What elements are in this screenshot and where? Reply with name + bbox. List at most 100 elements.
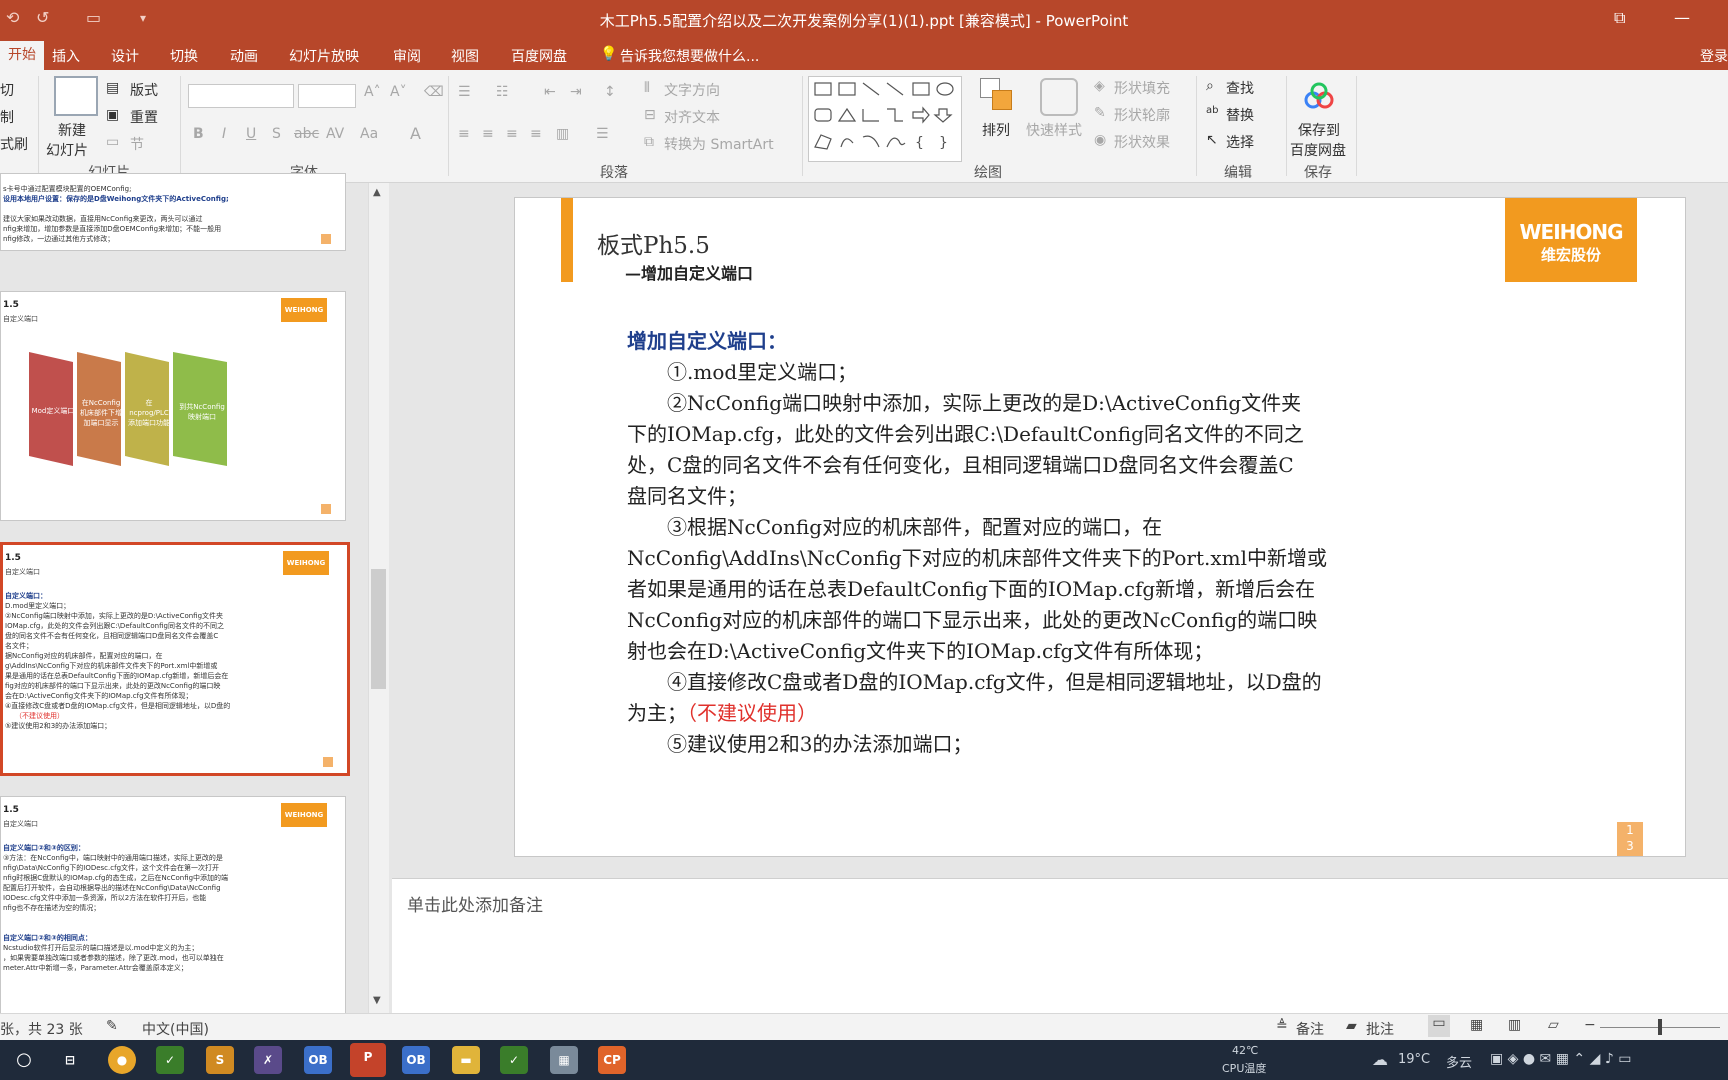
slide-body-textbox[interactable]: 增加自定义端口： ①.mod里定义端口； ②NcConfig端口映射中添加，实际… [627,326,1507,760]
app-icon-ob-1[interactable]: OB [304,1046,332,1074]
shapes-gallery[interactable]: {} [808,76,962,162]
align-center-icon[interactable]: ≡ [482,126,494,142]
app-icon-gray[interactable]: ▦ [550,1046,578,1074]
scrollbar-thumb[interactable] [371,569,386,689]
thumbnail-scrollbar[interactable]: ▲ ▼ [368,183,389,1013]
section-icon[interactable]: ▭ [106,134,119,150]
shape-outline-button[interactable]: 形状轮廓 [1114,105,1170,125]
line-spacing-icon[interactable]: ↕ [604,84,616,100]
clear-format-icon[interactable]: ⌫ [424,84,444,100]
change-case-icon[interactable]: Aa [360,126,378,142]
zoom-slider-handle[interactable] [1658,1019,1662,1035]
smartart-icon[interactable]: ⧉ [644,134,654,150]
spellcheck-icon[interactable]: ✎ [106,1018,118,1034]
save-to-label-1[interactable]: 保存到 [1298,120,1340,140]
slide-subtitle[interactable]: —增加自定义端口 [625,260,753,284]
notes-toggle[interactable]: 备注 [1296,1019,1324,1039]
text-direction-extra-icon[interactable]: ☰ [596,126,609,142]
font-color-icon[interactable]: A [410,124,421,143]
minimize-icon[interactable]: — [1674,8,1690,27]
select-icon[interactable]: ↖ [1206,132,1218,148]
justify-icon[interactable]: ≡ [530,126,542,142]
tab-home[interactable]: 开始 [0,41,44,70]
slide-thumbnail[interactable]: 1.5 自定义端口 WEIHONG Mod定义端口 在NcConfig机床部件下… [0,291,346,521]
weather-temp[interactable]: 19°C [1398,1052,1430,1067]
login-link[interactable]: 登录 [1700,46,1728,66]
shape-outline-icon[interactable]: ✎ [1094,105,1106,121]
app-icon-tools[interactable]: ✗ [254,1046,282,1074]
copy-button[interactable]: 制 [0,107,14,127]
find-icon[interactable]: ⌕ [1206,78,1214,94]
slide-title[interactable]: 板式Ph5.5 [597,226,710,260]
app-icon-green[interactable]: ✓ [156,1046,184,1074]
align-text-button[interactable]: 对齐文本 [664,107,720,127]
zoom-out-icon[interactable]: − [1584,1017,1596,1033]
reading-view-icon[interactable]: ▥ [1508,1017,1521,1033]
normal-view-icon[interactable]: ▭ [1428,1015,1450,1037]
layout-button[interactable]: 版式 [130,80,158,100]
shadow-icon[interactable]: S [272,126,281,142]
weather-desc[interactable]: 多云 [1446,1052,1472,1071]
tab-review[interactable]: 审阅 [393,46,421,66]
slide-sorter-icon[interactable]: ▦ [1470,1017,1483,1033]
weather-cloud-icon[interactable]: ☁ [1372,1050,1388,1069]
app-icon-s[interactable]: S [206,1046,234,1074]
font-name-box[interactable] [188,84,294,108]
tab-view[interactable]: 视图 [451,46,479,66]
comments-toggle[interactable]: 批注 [1366,1019,1394,1039]
task-view-icon[interactable]: ⊟ [56,1046,84,1074]
bullets-icon[interactable]: ☰ [458,84,471,100]
shape-effects-icon[interactable]: ◉ [1094,132,1106,148]
app-icon-cp[interactable]: CP [598,1046,626,1074]
scroll-up-icon[interactable]: ▲ [373,187,381,198]
format-painter-button[interactable]: 式刷 [0,134,28,154]
arrange-icon[interactable] [980,78,1014,112]
char-spacing-icon[interactable]: AV [326,126,344,142]
bold-icon[interactable]: B [193,126,204,142]
underline-icon[interactable]: U [246,126,256,142]
replace-button[interactable]: 替换 [1226,105,1254,125]
columns-icon[interactable]: ▥ [556,126,569,142]
slide-thumbnail-selected[interactable]: 1.5 自定义端口 WEIHONG 自定义端口： D.mod里定义端口； ②Nc… [0,542,350,776]
new-slide-label-2[interactable]: 幻灯片 [46,140,88,160]
new-slide-label-1[interactable]: 新建 [58,120,86,140]
shape-fill-button[interactable]: 形状填充 [1114,78,1170,98]
save-to-label-2[interactable]: 百度网盘 [1290,140,1346,160]
section-button[interactable]: 节 [130,134,144,154]
tab-animations[interactable]: 动画 [230,46,258,66]
notes-pane[interactable]: 单击此处添加备注 [392,878,1728,1014]
powerpoint-icon[interactable]: P [350,1043,386,1077]
text-direction-button[interactable]: 文字方向 [664,80,720,100]
numbering-icon[interactable]: ☷ [496,84,509,100]
shrink-font-icon[interactable]: A˅ [390,84,407,100]
tab-insert[interactable]: 插入 [52,46,80,66]
slide-thumbnail[interactable]: s卡号中通过配置模块配置的OEMConfig; 设用本地用户设置：保存的是D盘W… [0,173,346,251]
reset-icon[interactable]: ▣ [106,107,119,123]
tab-slideshow[interactable]: 幻灯片放映 [289,46,359,66]
tab-transitions[interactable]: 切换 [170,46,198,66]
italic-icon[interactable]: I [222,126,226,142]
align-left-icon[interactable]: ≡ [458,126,470,142]
layout-icon[interactable]: ▤ [106,80,119,96]
select-button[interactable]: 选择 [1226,132,1254,152]
scroll-down-icon[interactable]: ▼ [373,995,381,1006]
slide-thumbnail[interactable]: 1.5 自定义端口 WEIHONG 自定义端口②和③的区别： ③方法：在NcCo… [0,796,346,1018]
quick-styles-button[interactable]: 快速样式 [1026,120,1082,140]
grow-font-icon[interactable]: A˄ [364,84,381,100]
text-direction-icon[interactable]: ⫴ [644,80,650,96]
strikethrough-icon[interactable]: abc [294,126,319,142]
arrange-button[interactable]: 排列 [982,120,1010,140]
find-button[interactable]: 查找 [1226,78,1254,98]
shape-effects-button[interactable]: 形状效果 [1114,132,1170,152]
reset-button[interactable]: 重置 [130,107,158,127]
replace-icon[interactable]: ab [1206,105,1218,116]
tab-design[interactable]: 设计 [111,46,139,66]
font-size-box[interactable] [298,84,356,108]
align-text-icon[interactable]: ⊟ [644,107,656,123]
chrome-icon[interactable]: ● [108,1046,136,1074]
slideshow-icon[interactable]: ▱ [1548,1017,1559,1033]
increase-indent-icon[interactable]: ⇥ [570,84,582,100]
search-icon[interactable]: ○ [10,1046,38,1074]
tab-baidu-netdisk[interactable]: 百度网盘 [511,46,567,66]
tell-me-box[interactable]: 告诉我您想要做什么... [620,46,759,66]
